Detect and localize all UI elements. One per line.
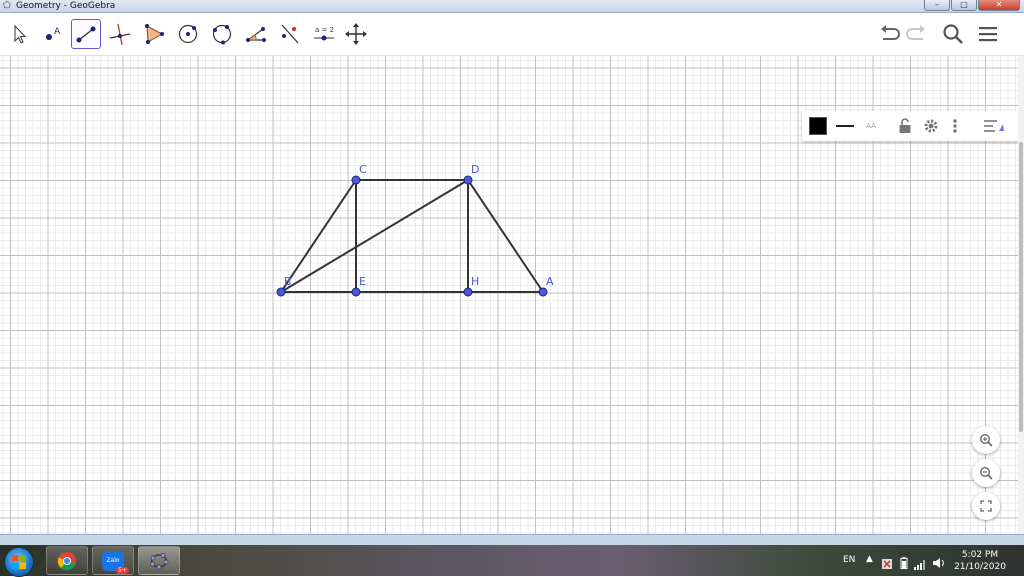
geogebra-icon — [150, 552, 169, 569]
minimize-button[interactable]: – — [924, 0, 950, 11]
windows-taskbar: Zalo 5+ EN ▲ 5:02 PM 21/10/2020 — [0, 545, 1024, 577]
redo-icon — [906, 25, 925, 40]
window-bottom-border — [0, 534, 1024, 545]
point-a[interactable] — [538, 287, 548, 297]
point-tool[interactable]: A — [38, 19, 68, 49]
slider-tool[interactable]: a = 2 — [309, 19, 339, 49]
point-h[interactable] — [463, 287, 473, 297]
circle-center-icon — [178, 24, 198, 44]
arrow-pointer-icon — [14, 24, 27, 44]
segment-bc[interactable] — [280, 179, 357, 293]
zoom-out-button[interactable] — [972, 459, 1000, 487]
window-controls: – □ ✕ — [924, 0, 1020, 11]
point-label-a: A — [546, 275, 554, 288]
fix-object-button[interactable] — [894, 114, 916, 138]
circle-three-points-icon — [212, 24, 232, 45]
zoom-out-icon — [979, 466, 993, 480]
reflect-tool[interactable] — [275, 19, 305, 49]
start-button[interactable] — [4, 547, 34, 577]
window-title: Geometry - GeoGebra — [16, 1, 116, 11]
more-options-button[interactable] — [948, 114, 962, 138]
zalo-label: Zalo — [106, 557, 120, 564]
style-bar-toggle-icon — [984, 120, 1004, 132]
segment-tool[interactable] — [71, 19, 101, 49]
angle-tool[interactable] — [241, 19, 271, 49]
more-vertical-icon — [953, 119, 957, 133]
point-icon: A — [46, 27, 61, 40]
language-indicator[interactable]: EN — [843, 555, 855, 565]
point-label-h: H — [471, 275, 479, 288]
gear-icon — [924, 119, 938, 133]
label-style-button[interactable]: AA — [860, 114, 882, 138]
point-label-c: C — [359, 163, 367, 176]
perpendicular-line-tool[interactable] — [105, 19, 135, 49]
unlock-icon — [899, 118, 911, 133]
windows-logo-icon — [12, 555, 26, 569]
move-view-icon — [345, 23, 367, 45]
toggle-style-bar-button[interactable] — [982, 114, 1006, 138]
undo-icon — [881, 25, 900, 40]
graphics-scrollbar[interactable] — [1018, 56, 1024, 534]
move-tool[interactable] — [4, 19, 34, 49]
circle-center-point-tool[interactable] — [173, 19, 203, 49]
geogebra-app-icon: ⬠ — [3, 1, 11, 11]
move-graphics-view-tool[interactable] — [341, 19, 371, 49]
zoom-in-icon — [979, 433, 993, 447]
zalo-notification-badge: 5+ — [116, 566, 129, 574]
line-style-button[interactable] — [834, 114, 856, 138]
maximize-button[interactable]: □ — [951, 0, 977, 11]
search-icon — [943, 24, 963, 44]
polygon-icon — [145, 24, 164, 44]
zoom-in-button[interactable] — [972, 426, 1000, 454]
svg-text:A: A — [54, 27, 61, 37]
graphics-view[interactable]: A B C D E H AA — [0, 56, 1018, 534]
fullscreen-icon — [980, 500, 992, 512]
segment-bd[interactable] — [280, 179, 469, 293]
scrollbar-thumb[interactable] — [1019, 142, 1023, 432]
line-style-icon — [836, 125, 854, 127]
reflect-icon — [281, 24, 299, 44]
point-b[interactable] — [276, 287, 286, 297]
window-title-bar: ⬠ Geometry - GeoGebra – □ ✕ — [0, 0, 1024, 13]
signal-strength-icon[interactable] — [914, 555, 926, 574]
taskbar-zalo[interactable]: Zalo 5+ — [92, 546, 134, 575]
menu-button[interactable] — [975, 21, 1001, 47]
color-button[interactable] — [806, 114, 830, 138]
zalo-icon: Zalo 5+ — [102, 550, 129, 574]
taskbar-chrome[interactable] — [46, 546, 88, 575]
slider-tool-label: a = 2 — [315, 26, 334, 34]
toolbar: A a = 2 — [0, 13, 1024, 56]
color-swatch — [809, 117, 827, 135]
segment-icon — [76, 26, 96, 43]
label-style-text: AA — [866, 122, 876, 130]
close-button[interactable]: ✕ — [978, 0, 1020, 11]
point-d[interactable] — [463, 175, 473, 185]
polygon-tool[interactable] — [139, 19, 169, 49]
menu-icon — [979, 27, 997, 42]
battery-icon[interactable] — [900, 554, 908, 573]
point-label-b: B — [284, 275, 292, 288]
undo-button[interactable] — [876, 21, 902, 47]
slider-icon: a = 2 — [314, 26, 334, 41]
angle-icon — [246, 27, 266, 42]
properties-button[interactable] — [920, 114, 942, 138]
point-c[interactable] — [351, 175, 361, 185]
redo-button[interactable] — [904, 21, 930, 47]
perpendicular-line-icon — [109, 23, 131, 46]
show-hidden-icons-chevron-icon[interactable]: ▲ — [866, 554, 873, 564]
style-bar: AA — [802, 111, 1018, 141]
point-label-e: E — [359, 275, 366, 288]
point-e[interactable] — [351, 287, 361, 297]
clock-time: 5:02 PM — [961, 550, 999, 560]
clock-date: 21/10/2020 — [954, 562, 1006, 572]
fullscreen-button[interactable] — [972, 492, 1000, 520]
network-flag-icon[interactable] — [882, 554, 892, 573]
search-button[interactable] — [940, 21, 966, 47]
circle-three-points-tool[interactable] — [207, 19, 237, 49]
point-label-d: D — [471, 163, 479, 176]
chrome-icon — [57, 551, 76, 570]
taskbar-geogebra[interactable] — [138, 546, 180, 575]
volume-icon[interactable] — [932, 554, 946, 573]
system-clock[interactable]: 5:02 PM 21/10/2020 — [950, 549, 1010, 573]
